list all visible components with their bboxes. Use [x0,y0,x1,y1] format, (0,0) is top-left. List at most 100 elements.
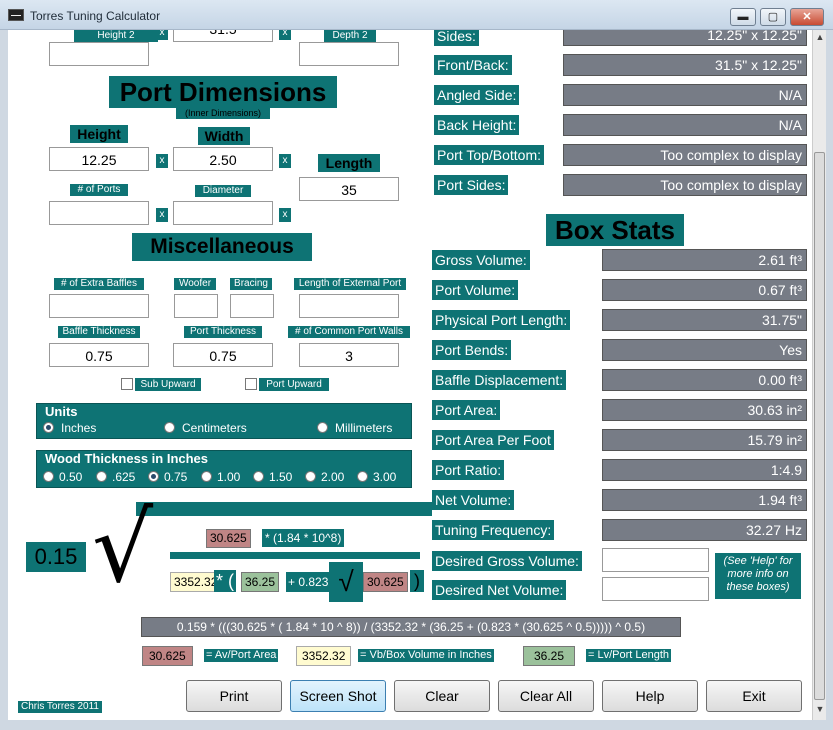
stat-label-port-bends: Port Bends: [432,340,512,360]
cut-label-sides: Sides: [434,30,479,46]
depth2-label: Depth 2 [324,30,376,42]
wood-075-radio[interactable] [148,471,159,482]
units-millimeters-radio[interactable] [317,422,328,433]
extra-baffles-input[interactable] [49,294,149,318]
stat-value-port-volume: 0.67 ft³ [602,279,807,301]
screen-shot-button[interactable]: Screen Shot [290,680,386,712]
formula-area-multiplier: * (1.84 * 10^8) [262,529,345,547]
width2-input[interactable]: 31.5 [173,30,273,42]
wood-0625-label: .625 [112,470,136,484]
port-thickness-input[interactable]: 0.75 [173,343,273,367]
sub-upward-checkbox[interactable] [121,378,133,390]
bracing-input[interactable] [230,294,274,318]
window-title: Torres Tuning Calculator [30,9,161,23]
wood-0625-radio[interactable] [96,471,107,482]
stat-label-port-ratio: Port Ratio: [432,460,505,480]
help-button[interactable]: Help [602,680,698,712]
port-length-input[interactable]: 35 [299,177,399,201]
units-millimeters-label: Millimeters [335,421,393,435]
wood-300-label: 3.00 [373,470,397,484]
stat-value-baffle-displacement: 0.00 ft³ [602,369,807,391]
scroll-thumb[interactable] [814,152,825,700]
wood-050-radio[interactable] [43,471,54,482]
baffle-thickness-input[interactable]: 0.75 [49,343,149,367]
height2-input[interactable] [49,42,149,66]
multiply-sign: x [279,154,291,168]
legend-volume-label: = Vb/Box Volume in Inches [358,649,494,662]
stat-label-baffle-displacement: Baffle Displacement: [432,370,567,390]
common-walls-input[interactable]: 3 [299,343,399,367]
credit-label: Chris Torres 2011 [18,701,102,713]
wood-150-radio[interactable] [253,471,264,482]
stat-label-gross-volume: Gross Volume: [432,250,530,270]
exit-button[interactable]: Exit [706,680,802,712]
cut-label-angled-side: Angled Side: [434,85,520,105]
desired-gross-volume-input[interactable] [602,548,709,572]
radical-bar [136,502,432,516]
close-icon[interactable]: ✕ [790,8,824,26]
num-ports-input[interactable] [49,201,149,225]
stat-value-gross-volume: 2.61 ft³ [602,249,807,271]
fraction-bar [170,552,420,559]
sub-upward-label: Sub Upward [135,378,201,391]
wood-050-label: 0.50 [59,470,83,484]
stat-value-physical-port-length: 31.75" [602,309,807,331]
print-button[interactable]: Print [186,680,282,712]
baffle-thickness-label: Baffle Thickness [58,326,140,338]
cut-label-port-sides: Port Sides: [434,175,509,195]
legend-lv-label: = Lv/Port Length [586,649,672,662]
stat-label-net-volume: Net Volume: [432,490,515,510]
wood-200-radio[interactable] [305,471,316,482]
desired-net-volume-input[interactable] [602,577,709,601]
units-inches-radio[interactable] [43,422,54,433]
clear-all-button[interactable]: Clear All [498,680,594,712]
box-stats-title: Box Stats [546,214,684,246]
wood-100-radio[interactable] [201,471,212,482]
help-note: (See 'Help' for more info on these boxes… [715,553,801,599]
legend-area-label: = Av/Port Area [204,649,279,662]
port-thickness-label: Port Thickness [184,326,262,338]
depth2-input[interactable] [299,42,399,66]
stat-label-port-area-per-foot: Port Area Per Foot [432,430,554,450]
stat-label-physical-port-length: Physical Port Length: [432,310,571,330]
units-centimeters-radio[interactable] [164,422,175,433]
port-upward-checkbox[interactable] [245,378,257,390]
units-title: Units [45,404,78,419]
vertical-scrollbar[interactable]: ▲ ▼ [812,30,826,720]
stat-value-tuning-frequency: 32.27 Hz [602,519,807,541]
stat-label-port-area: Port Area: [432,400,501,420]
stat-label-port-volume: Port Volume: [432,280,519,300]
ext-port-input[interactable] [299,294,399,318]
diameter-input[interactable] [173,201,273,225]
stat-label-tuning-frequency: Tuning Frequency: [432,520,555,540]
legend-volume-value: 3352.32 [296,646,352,666]
minimize-icon[interactable]: ▬ [730,8,756,26]
wood-300-radio[interactable] [357,471,368,482]
ext-port-label: Length of External Port [294,278,406,290]
scroll-down-icon[interactable]: ▼ [813,704,827,714]
cut-value-port-top-bottom: Too complex to display [563,144,807,166]
units-inches-label: Inches [61,421,97,435]
full-formula-display: 0.159 * (((30.625 * ( 1.84 * 10 ^ 8)) / … [141,617,681,637]
wood-075-label: 0.75 [164,470,188,484]
wood-thickness-group: Wood Thickness in Inches 0.50 .625 0.75 … [36,450,412,488]
multiply-sign: x [156,30,168,40]
port-height-input[interactable]: 12.25 [49,147,149,171]
cut-label-back-height: Back Height: [434,115,520,135]
port-width-label: Width [198,127,250,145]
port-dimensions-subtitle: (Inner Dimensions) [176,108,270,119]
num-ports-label: # of Ports [70,184,128,196]
port-upward-label: Port Upward [259,378,329,391]
radical-sign: √ [92,492,154,604]
woofer-input[interactable] [174,294,218,318]
maximize-icon[interactable]: ▢ [760,8,786,26]
miscellaneous-title: Miscellaneous [132,233,312,261]
clear-button[interactable]: Clear [394,680,490,712]
wood-150-label: 1.50 [269,470,293,484]
stat-value-port-ratio: 1:4.9 [602,459,807,481]
scroll-up-icon[interactable]: ▲ [813,32,827,42]
stat-value-net-volume: 1.94 ft³ [602,489,807,511]
port-width-input[interactable]: 2.50 [173,147,273,171]
multiply-sign: x [156,208,168,222]
formula-coefficient: 0.15 [26,542,86,572]
